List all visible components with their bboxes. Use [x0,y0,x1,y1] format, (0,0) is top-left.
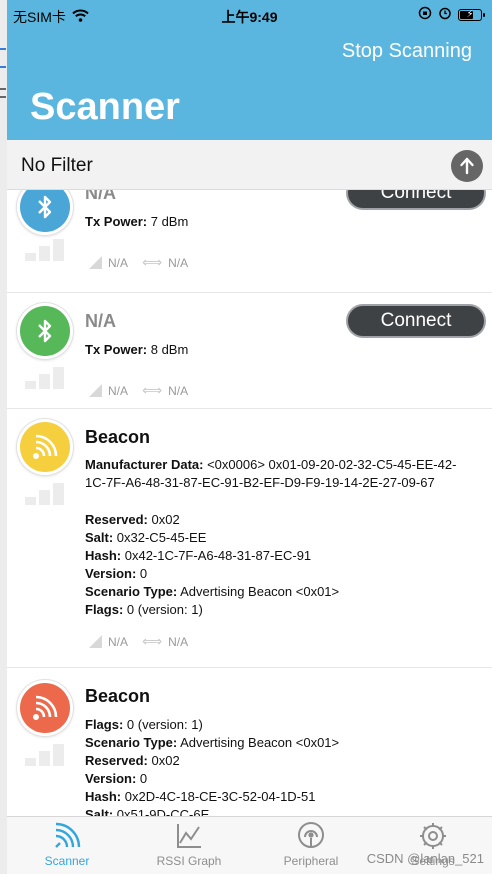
bluetooth-icon [20,306,70,356]
connect-button[interactable]: Connect [346,304,486,338]
device-list[interactable]: N/A Connect Tx Power: 7 dBm N/A ⟺ N/A N/… [7,190,492,816]
tab-scanner[interactable]: Scanner [7,821,127,868]
flags-row: Flags: 0 (version: 1) [85,602,203,617]
graph-icon [177,824,201,848]
interval-value: N/A [168,255,189,270]
rssi-value: N/A [108,634,129,649]
device-cell[interactable]: N/A Connect Tx Power: 7 dBm N/A ⟺ N/A [7,190,492,293]
settings-gear-icon [420,823,446,849]
bluetooth-icon [20,190,70,232]
connect-button[interactable]: Connect [346,190,486,210]
version-row: Version: 0 [85,566,148,581]
reserved-row: Reserved: 0x02 [85,753,180,768]
signal-bars-icon [25,742,69,766]
salt-row: Salt: 0x51-9D-CC-6E [85,807,210,816]
orientation-lock-icon [418,6,432,23]
scenario-type-row: Scenario Type: Advertising Beacon <0x01> [85,584,340,599]
tab-label: RSSI Graph [156,854,222,868]
tab-rssi-graph[interactable]: RSSI Graph [129,821,249,868]
tx-power-row: Tx Power: 7 dBm [85,214,189,229]
device-avatar [17,190,73,235]
device-name: Beacon [85,427,151,447]
device-name: Beacon [85,686,151,706]
tab-peripheral[interactable]: Peripheral [251,821,371,868]
peripheral-icon [298,822,324,848]
watermark: CSDN @lanlan_521 [366,851,484,866]
scanner-icon [55,822,81,848]
device-cell[interactable]: Beacon Manufacturer Data: <0x0006> 0x01-… [7,409,492,668]
device-avatar [17,680,73,736]
hash-row: Hash: 0x42-1C-7F-A6-48-31-87-EC-91 [85,548,312,563]
battery-charging-icon: ⚡ [458,8,485,21]
rssi-icon [89,256,102,269]
device-stats: N/A ⟺ N/A [89,254,188,271]
arrow-up-icon[interactable] [451,150,483,182]
background-app-mark [0,66,6,68]
background-app-mark [0,88,6,90]
device-cell[interactable]: N/A Connect Tx Power: 8 dBm N/A ⟺ N/A [7,293,492,409]
alarm-icon [438,6,452,23]
page-title: Scanner [30,86,180,128]
device-avatar [17,419,73,475]
scanner-app: 无SIM卡 上午9:49 ⚡ Stop Scanning Scanner No … [7,0,492,874]
rssi-value: N/A [108,255,129,270]
flags-row: Flags: 0 (version: 1) [85,717,203,732]
rssi-icon [89,384,102,397]
filter-label: No Filter [21,155,93,176]
version-row: Version: 0 [85,771,148,786]
tab-label: Scanner [44,854,90,868]
device-stats: N/A ⟺ N/A [89,382,188,399]
device-name: N/A [85,190,116,203]
device-stats: N/A ⟺ N/A [89,633,188,650]
hash-row: Hash: 0x2D-4C-18-CE-3C-52-04-1D-51 [85,789,316,804]
signal-bars-icon [25,237,69,261]
tx-power-row: Tx Power: 8 dBm [85,342,189,357]
manufacturer-data-row: Manufacturer Data: <0x0006> 0x01-09-20-0… [85,457,457,490]
tab-label: Peripheral [283,854,339,868]
reserved-row: Reserved: 0x02 [85,512,180,527]
signal-bars-icon [25,365,69,389]
background-app-mark [0,96,6,98]
device-avatar [17,303,73,359]
interval-value: N/A [168,634,189,649]
background-app-mark [0,48,6,50]
interval-arrows-icon: ⟺ [142,633,163,649]
rssi-icon [89,635,102,648]
beacon-icon [20,683,70,733]
interval-arrows-icon: ⟺ [142,382,163,398]
beacon-icon [20,422,70,472]
device-cell[interactable]: Beacon Flags: 0 (version: 1) Scenario Ty… [7,668,492,816]
stop-scanning-button[interactable]: Stop Scanning [342,40,472,63]
filter-bar[interactable]: No Filter [7,140,492,190]
device-name: N/A [85,311,116,331]
status-bar: 无SIM卡 上午9:49 ⚡ [7,0,492,30]
salt-row: Salt: 0x32-C5-45-EE [85,530,207,545]
interval-value: N/A [168,383,189,398]
signal-bars-icon [25,481,69,505]
scenario-type-row: Scenario Type: Advertising Beacon <0x01> [85,735,340,750]
rssi-value: N/A [108,383,129,398]
navigation-header: Stop Scanning Scanner [7,30,492,140]
interval-arrows-icon: ⟺ [142,254,163,270]
